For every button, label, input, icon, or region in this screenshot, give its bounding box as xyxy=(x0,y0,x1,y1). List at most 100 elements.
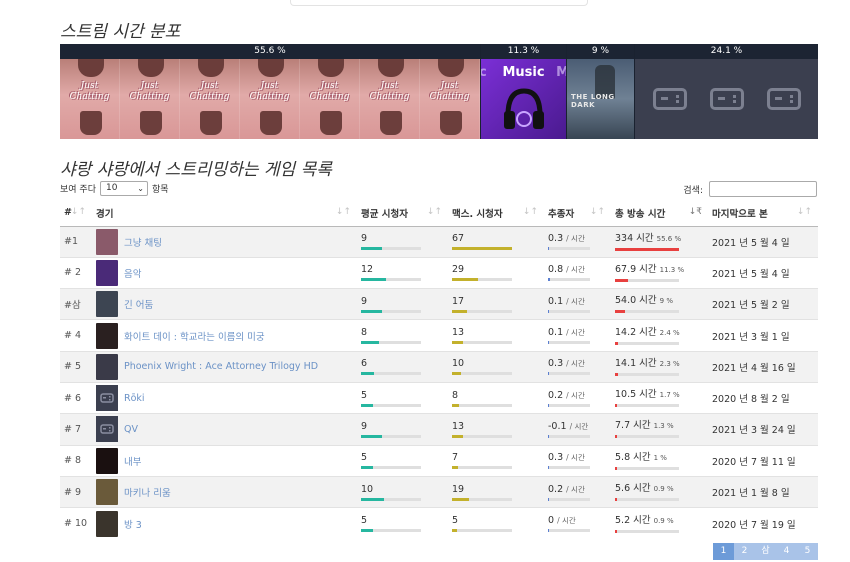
game-thumbnail[interactable] xyxy=(96,259,118,286)
game-cell: 마키나 리움 xyxy=(92,475,357,508)
sort-icon: ↓↑ xyxy=(426,207,442,217)
distribution-segment-3[interactable]: 9 % THE LONG DARK xyxy=(567,44,635,139)
max-viewers-bar xyxy=(452,403,460,407)
followers-cell: 0.1 / 시간 xyxy=(544,288,611,320)
avg-viewers-cell: 5 xyxy=(357,381,448,414)
game-thumbnail[interactable] xyxy=(96,228,118,255)
table-row: # 8 내부 5 7 0.3 / 시간 5.8 시간 1 % 2020 년 7 월 11 일 xyxy=(60,444,818,477)
total-hours-cell: 7.7 시간 1.3 % xyxy=(611,413,708,446)
game-cell: 긴 어둠 xyxy=(92,288,357,320)
game-link[interactable]: 음악 xyxy=(124,266,141,280)
table-row: # 10 방 3550 / 시간 5.2 시간 0.9 % 2020 년 7 월 19 … xyxy=(60,507,818,539)
distribution-segment-4[interactable]: 24.1 % xyxy=(635,44,818,139)
game-cell: 그냥 채팅 xyxy=(92,225,357,258)
followers-bar xyxy=(548,247,550,251)
game-thumbnail[interactable] xyxy=(96,510,118,537)
headphones-icon xyxy=(504,88,544,129)
page-button-5[interactable]: 5 xyxy=(797,543,818,560)
game-thumbnail[interactable] xyxy=(96,322,118,349)
max-viewers-bar xyxy=(452,497,469,501)
game-thumbnail[interactable] xyxy=(96,291,118,318)
avg-viewers-bar xyxy=(361,497,384,501)
game-link[interactable]: 내부 xyxy=(124,454,141,468)
total-hours-cell: 5.6 시간 0.9 % xyxy=(611,475,708,508)
followers-cell: 0 / 시간 xyxy=(544,507,611,539)
game-link[interactable]: 화이트 데이 : 학교라는 이름의 미궁 xyxy=(124,329,265,343)
column-header-last-seen[interactable]: 마지막으로 본 ↓↑ xyxy=(708,200,818,227)
gamepad-icon xyxy=(709,88,744,110)
column-header-max-viewers[interactable]: 맥스. 시청자 ↓↑ xyxy=(448,200,544,227)
max-viewers-bar xyxy=(452,309,467,313)
page-button-4[interactable]: 4 xyxy=(776,543,797,560)
last-seen-cell: 2021 년 5 월 4 일 xyxy=(708,225,818,258)
game-thumbnail[interactable] xyxy=(96,479,118,506)
game-link[interactable]: 마키나 리움 xyxy=(124,485,171,499)
last-seen-cell: 2021 년 3 월 1 일 xyxy=(708,319,818,352)
column-header-followers[interactable]: 추종자 ↓↑ xyxy=(544,200,611,227)
avg-viewers-cell: 9 xyxy=(357,225,448,258)
game-cell: 방 3 xyxy=(92,507,357,539)
game-link[interactable]: 방 3 xyxy=(124,517,142,531)
total-hours-bar xyxy=(615,310,626,314)
total-hours-cell: 67.9 시간 11.3 % xyxy=(611,256,708,289)
column-header-game[interactable]: 경기 ↓↑ xyxy=(92,200,357,227)
sort-icon: ↓↑ xyxy=(335,207,351,217)
distribution-segment-label: 9 % xyxy=(567,44,634,59)
rank-cell: # 2 xyxy=(60,256,92,289)
page-button-3[interactable]: 삼 xyxy=(755,543,776,560)
followers-cell: 0.2 / 시간 xyxy=(544,475,611,508)
game-link[interactable]: 그냥 채팅 xyxy=(124,235,162,249)
total-hours-bar xyxy=(615,372,618,376)
distribution-segment-2[interactable]: 11.3 %cMusicM xyxy=(481,44,567,139)
page-length-select[interactable]: 10 ⌄ xyxy=(99,181,148,196)
followers-bar xyxy=(548,466,550,470)
table-row: #1 그냥 채팅 9 67 0.3 / 시간 334 시간 55.6 % 2021 년 5 월… xyxy=(60,225,818,258)
avg-viewers-bar xyxy=(361,341,379,345)
total-hours-cell: 14.1 시간 2.3 % xyxy=(611,350,708,383)
followers-cell: 0.3 / 시간 xyxy=(544,444,611,477)
game-thumbnail[interactable] xyxy=(96,385,118,412)
table-row: # 9 마키나 리움 10 19 0.2 / 시간 5.6 시간 0.9 % 2021 년 1… xyxy=(60,475,818,508)
table-row: # 4 화이트 데이 : 학교라는 이름의 미궁 8 13 0.1 / 시간 14.2 시… xyxy=(60,319,818,352)
page-length-control: 보여 주다 10 ⌄ 항목 xyxy=(60,181,169,196)
table-row: # 7 QV 9 13 -0.1 / 시간 7.7 시간 1.3 % 2021 년 3 월 2… xyxy=(60,413,818,446)
avg-viewers-bar xyxy=(361,372,375,376)
last-seen-cell: 2021 년 1 월 8 일 xyxy=(708,475,818,508)
max-viewers-bar xyxy=(452,278,478,282)
rank-cell: # 8 xyxy=(60,444,92,477)
distribution-segment-1[interactable]: 55.6 % Just Chatting Just Chatting Just Chatti… xyxy=(60,44,481,139)
column-header-total-hours[interactable]: 총 방송 시간 ↓₹ xyxy=(611,200,708,227)
game-link[interactable]: Rōki xyxy=(124,393,145,404)
page-button-1[interactable]: 1 xyxy=(713,543,734,560)
total-hours-cell: 5.2 시간 0.9 % xyxy=(611,507,708,539)
table-row: #삼 긴 어둠 9 17 0.1 / 시간 54.0 시간 9 % 2021 년 5 월 2 … xyxy=(60,288,818,320)
search-input[interactable] xyxy=(709,181,817,197)
game-link[interactable]: Phoenix Wright : Ace Attorney Trilogy HD xyxy=(124,361,318,372)
page-button-2[interactable]: 2 xyxy=(734,543,755,560)
last-seen-cell: 2020 년 8 월 2 일 xyxy=(708,381,818,414)
game-cell: 내부 xyxy=(92,444,357,477)
column-header-rank[interactable]: # ↓↑ xyxy=(60,200,92,227)
rank-cell: # 4 xyxy=(60,319,92,352)
game-thumbnail[interactable] xyxy=(96,447,118,474)
column-header-avg-viewers[interactable]: 평균 시청자 ↓↑ xyxy=(357,200,448,227)
avg-viewers-bar xyxy=(361,403,373,407)
game-thumbnail[interactable] xyxy=(96,353,118,380)
rank-cell: # 6 xyxy=(60,381,92,414)
avg-viewers-cell: 9 xyxy=(357,288,448,320)
last-seen-cell: 2020 년 7 월 19 일 xyxy=(708,507,818,539)
last-seen-cell: 2021 년 5 월 2 일 xyxy=(708,288,818,320)
distribution-segment-label: 11.3 % xyxy=(481,44,566,59)
game-thumbnail[interactable] xyxy=(96,416,118,443)
total-hours-bar xyxy=(615,466,617,470)
max-viewers-cell: 10 xyxy=(448,350,544,383)
game-link[interactable]: QV xyxy=(124,424,138,435)
avg-viewers-cell: 5 xyxy=(357,444,448,477)
max-viewers-cell: 29 xyxy=(448,256,544,289)
total-hours-bar xyxy=(615,247,679,251)
the-long-dark-art: THE LONG DARK xyxy=(567,59,634,139)
max-viewers-bar xyxy=(452,372,461,376)
avg-viewers-cell: 9 xyxy=(357,413,448,446)
game-link[interactable]: 긴 어둠 xyxy=(124,297,153,311)
avg-viewers-cell: 8 xyxy=(357,319,448,352)
